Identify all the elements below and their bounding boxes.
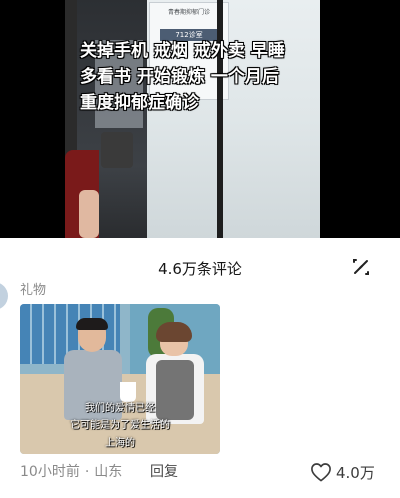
caption-line-3: 重度抑郁症确诊 [80,93,199,113]
clinic-sign-text: 青春期抑郁门诊 [167,9,210,16]
comment-username[interactable]: 礼物 [20,279,46,298]
comment-location: 山东 [94,464,123,480]
video-person-arm [79,190,99,238]
collapse-button[interactable] [348,254,374,280]
comments-sheet: 4.6万条评论 礼物 我们的爱情已经 它可能是为了爱生活的 上海的 10小时前 … [0,238,400,498]
comments-title: 4.6万条评论 [158,260,242,278]
man-hair [76,318,108,330]
avatar[interactable] [0,282,8,310]
meta-separator: · [84,464,90,480]
comment-image-cup [120,382,136,402]
video-pillar [217,0,223,238]
heart-outline-icon [311,463,331,482]
comment-image-subtitle-1: 我们的爱情已经 [85,403,155,414]
like-count: 4.0万 [336,463,375,482]
video-player[interactable]: 青春期抑郁门诊 712诊室 关掉手机 戒烟 戒外卖 早睡 多看书 开始锻炼 一个… [0,0,400,238]
collapse-icon [353,259,369,275]
like-button[interactable]: 4.0万 [310,460,375,484]
comment-image-subtitle-3: 上海的 [105,438,135,449]
caption-line-1: 关掉手机 戒烟 戒外卖 早睡 [80,41,285,61]
comment-image-subtitle-2: 它可能是为了爱生活的 [70,420,170,431]
comment-time: 10小时前 [20,464,80,480]
video-frame: 青春期抑郁门诊 712诊室 [65,0,320,238]
comment-meta: 10小时前 · 山东 回复 [20,462,178,482]
video-caption: 关掉手机 戒烟 戒外卖 早睡 多看书 开始锻炼 一个月后 重度抑郁症确诊 [80,38,320,116]
caption-line-2: 多看书 开始锻炼 一个月后 [80,67,279,87]
video-chair [101,132,133,168]
reply-button[interactable]: 回复 [150,462,178,482]
comment-image[interactable]: 我们的爱情已经 它可能是为了爱生活的 上海的 [20,304,220,454]
woman-hair [156,322,192,342]
